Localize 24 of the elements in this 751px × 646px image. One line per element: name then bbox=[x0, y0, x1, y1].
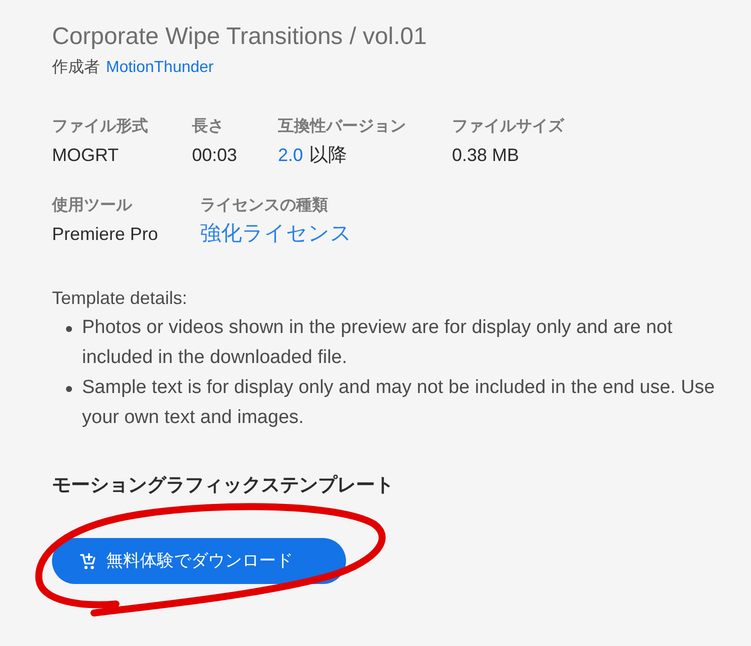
detail-text: Sample text is for display only and may not be included in the end use. Use your own text and images. bbox=[82, 376, 716, 430]
spec-label: ファイル形式 bbox=[52, 116, 149, 137]
detail-text: Photos or videos shown in the preview are for display only and are not included in the downloaded file. bbox=[82, 316, 674, 370]
bullet-icon bbox=[66, 326, 72, 332]
spec-value: MOGRT bbox=[52, 144, 120, 167]
license-link[interactable]: 強化ライセンス bbox=[200, 221, 420, 247]
spec-label: 互換性バージョン bbox=[278, 116, 407, 137]
creator-link[interactable]: MotionThunder bbox=[106, 58, 214, 78]
download-button[interactable]: 無料体験でダウンロード bbox=[52, 538, 346, 584]
template-title: Corporate Wipe Transitions / vol.01 bbox=[52, 22, 428, 52]
creator-label: 作成者 bbox=[52, 58, 100, 78]
spec-value: 00:03 bbox=[192, 144, 238, 167]
section-heading: モーショングラフィックステンプレート bbox=[52, 474, 395, 498]
spec-label: 使用ツール bbox=[52, 196, 134, 216]
spec-value: Premiere Pro bbox=[52, 223, 160, 246]
bullet-icon bbox=[66, 386, 72, 392]
version-suffix: 以降 bbox=[309, 144, 348, 168]
details-heading: Template details: bbox=[52, 287, 188, 310]
cart-add-icon bbox=[80, 552, 96, 570]
spec-label: 長さ bbox=[192, 117, 225, 137]
spec-label: ライセンスの種類 bbox=[200, 196, 329, 216]
spec-value: 0.38 MB bbox=[452, 144, 520, 167]
spec-label: ファイルサイズ bbox=[452, 116, 566, 137]
version-link[interactable]: 2.0 bbox=[278, 142, 304, 168]
